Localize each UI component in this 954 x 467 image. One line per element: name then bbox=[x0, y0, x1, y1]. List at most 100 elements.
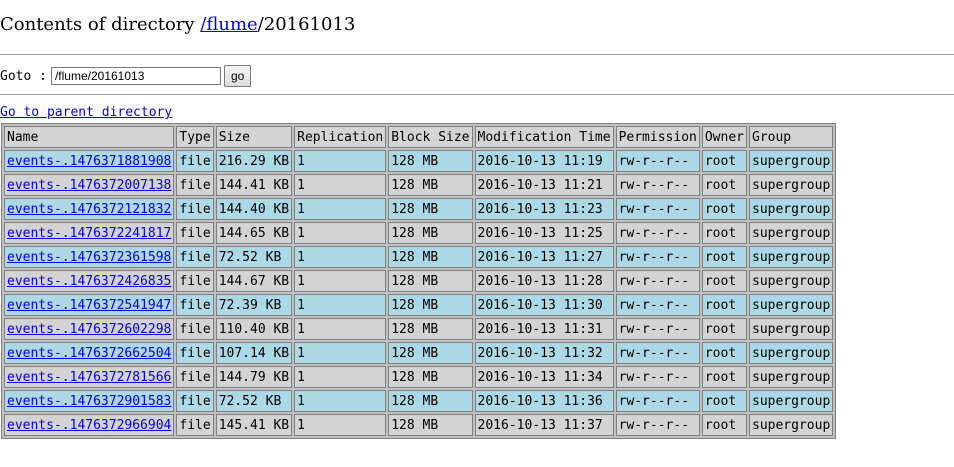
cell-type: file bbox=[176, 414, 214, 436]
file-link[interactable]: events-.1476372541947 bbox=[7, 298, 171, 313]
column-header-group: Group bbox=[749, 126, 834, 148]
page-title: Contents of directory /flume/20161013 bbox=[0, 14, 355, 35]
cell-name: events-.1476372361598 bbox=[4, 246, 175, 268]
root-directory-link[interactable]: /flume bbox=[200, 14, 257, 35]
table-row: events-.1476372007138 file 144.41 KB 1 128 M… bbox=[4, 174, 834, 196]
cell-type: file bbox=[176, 174, 214, 196]
cell-modification-time: 2016-10-13 11:32 bbox=[474, 342, 614, 364]
cell-permission: rw-r--r-- bbox=[615, 222, 700, 244]
file-link[interactable]: events-.1476372426835 bbox=[7, 274, 171, 289]
cell-replication: 1 bbox=[294, 414, 387, 436]
column-header-type: Type bbox=[176, 126, 214, 148]
cell-group: supergroup bbox=[749, 222, 834, 244]
divider-bottom bbox=[0, 94, 954, 95]
cell-permission: rw-r--r-- bbox=[615, 390, 700, 412]
divider-top bbox=[0, 54, 954, 55]
file-link[interactable]: events-.1476372007138 bbox=[7, 178, 171, 193]
cell-name: events-.1476372426835 bbox=[4, 270, 175, 292]
cell-size: 145.41 KB bbox=[215, 414, 293, 436]
cell-name: events-.1476372007138 bbox=[4, 174, 175, 196]
table-row: events-.1476372361598 file 72.52 KB 1 128 MB… bbox=[4, 246, 834, 268]
cell-permission: rw-r--r-- bbox=[615, 342, 700, 364]
cell-permission: rw-r--r-- bbox=[615, 174, 700, 196]
cell-replication: 1 bbox=[294, 246, 387, 268]
cell-name: events-.1476372781566 bbox=[4, 366, 175, 388]
cell-name: events-.1476372602298 bbox=[4, 318, 175, 340]
cell-owner: root bbox=[701, 222, 747, 244]
cell-owner: root bbox=[701, 198, 747, 220]
cell-group: supergroup bbox=[749, 318, 834, 340]
file-link[interactable]: events-.1476372361598 bbox=[7, 250, 171, 265]
cell-block-size: 128 MB bbox=[388, 222, 473, 244]
column-header-block-size: Block Size bbox=[388, 126, 473, 148]
cell-replication: 1 bbox=[294, 198, 387, 220]
table-row: events-.1476372781566 file 144.79 KB 1 128 M… bbox=[4, 366, 834, 388]
parent-directory-link[interactable]: Go to parent directory bbox=[0, 105, 172, 120]
cell-group: supergroup bbox=[749, 342, 834, 364]
table-header-row: Name Type Size Replication Block Size Mo… bbox=[4, 126, 834, 148]
cell-permission: rw-r--r-- bbox=[615, 246, 700, 268]
file-link[interactable]: events-.1476372781566 bbox=[7, 370, 171, 385]
cell-modification-time: 2016-10-13 11:28 bbox=[474, 270, 614, 292]
file-link[interactable]: events-.1476371881908 bbox=[7, 154, 171, 169]
cell-group: supergroup bbox=[749, 198, 834, 220]
cell-modification-time: 2016-10-13 11:34 bbox=[474, 366, 614, 388]
table-row: events-.1476372966904 file 145.41 KB 1 128 M… bbox=[4, 414, 834, 436]
cell-name: events-.1476372541947 bbox=[4, 294, 175, 316]
cell-name: events-.1476372966904 bbox=[4, 414, 175, 436]
file-link[interactable]: events-.1476372966904 bbox=[7, 418, 171, 433]
goto-path-input[interactable]: /flume/20161013 bbox=[50, 67, 221, 85]
go-button[interactable]: go bbox=[223, 65, 252, 87]
cell-permission: rw-r--r-- bbox=[615, 150, 700, 172]
column-header-name: Name bbox=[4, 126, 175, 148]
file-link[interactable]: events-.1476372662504 bbox=[7, 346, 171, 361]
cell-owner: root bbox=[701, 150, 747, 172]
cell-permission: rw-r--r-- bbox=[615, 318, 700, 340]
cell-modification-time: 2016-10-13 11:37 bbox=[474, 414, 614, 436]
cell-modification-time: 2016-10-13 11:21 bbox=[474, 174, 614, 196]
cell-name: events-.1476372662504 bbox=[4, 342, 175, 364]
table-row: events-.1476372662504 file 107.14 KB 1 128 M… bbox=[4, 342, 834, 364]
file-listing-table: Name Type Size Replication Block Size Mo… bbox=[1, 123, 837, 439]
cell-block-size: 128 MB bbox=[388, 198, 473, 220]
file-link[interactable]: events-.1476372901583 bbox=[7, 394, 171, 409]
cell-size: 144.79 KB bbox=[215, 366, 293, 388]
table-row: events-.1476372241817 file 144.65 KB 1 128 M… bbox=[4, 222, 834, 244]
cell-type: file bbox=[176, 390, 214, 412]
cell-modification-time: 2016-10-13 11:36 bbox=[474, 390, 614, 412]
cell-block-size: 128 MB bbox=[388, 150, 473, 172]
cell-owner: root bbox=[701, 174, 747, 196]
cell-permission: rw-r--r-- bbox=[615, 198, 700, 220]
cell-owner: root bbox=[701, 342, 747, 364]
file-link[interactable]: events-.1476372602298 bbox=[7, 322, 171, 337]
cell-size: 144.41 KB bbox=[215, 174, 293, 196]
current-directory: /20161013 bbox=[257, 14, 356, 35]
cell-group: supergroup bbox=[749, 294, 834, 316]
cell-size: 110.40 KB bbox=[215, 318, 293, 340]
cell-name: events-.1476372241817 bbox=[4, 222, 175, 244]
cell-block-size: 128 MB bbox=[388, 342, 473, 364]
cell-group: supergroup bbox=[749, 174, 834, 196]
cell-group: supergroup bbox=[749, 414, 834, 436]
cell-permission: rw-r--r-- bbox=[615, 294, 700, 316]
cell-replication: 1 bbox=[294, 390, 387, 412]
cell-size: 216.29 KB bbox=[215, 150, 293, 172]
cell-modification-time: 2016-10-13 11:23 bbox=[474, 198, 614, 220]
cell-owner: root bbox=[701, 318, 747, 340]
goto-form: Goto : /flume/20161013 go bbox=[0, 65, 252, 87]
cell-type: file bbox=[176, 342, 214, 364]
cell-block-size: 128 MB bbox=[388, 318, 473, 340]
column-header-modification-time: Modification Time bbox=[474, 126, 614, 148]
file-link[interactable]: events-.1476372121832 bbox=[7, 202, 171, 217]
cell-replication: 1 bbox=[294, 174, 387, 196]
cell-block-size: 128 MB bbox=[388, 294, 473, 316]
file-link[interactable]: events-.1476372241817 bbox=[7, 226, 171, 241]
column-header-owner: Owner bbox=[701, 126, 747, 148]
table-row: events-.1476372602298 file 110.40 KB 1 128 M… bbox=[4, 318, 834, 340]
table-row: events-.1476371881908 file 216.29 KB 1 128 M… bbox=[4, 150, 834, 172]
cell-name: events-.1476372121832 bbox=[4, 198, 175, 220]
cell-owner: root bbox=[701, 294, 747, 316]
cell-name: events-.1476371881908 bbox=[4, 150, 175, 172]
cell-permission: rw-r--r-- bbox=[615, 414, 700, 436]
cell-replication: 1 bbox=[294, 342, 387, 364]
